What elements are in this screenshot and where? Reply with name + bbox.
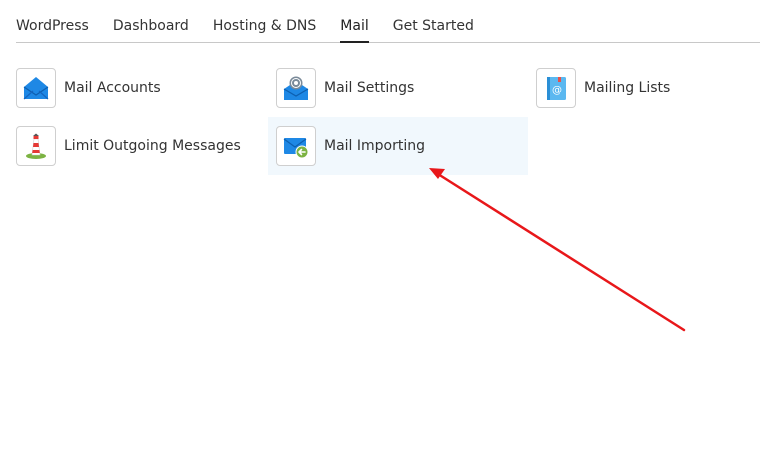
limit-outgoing-messages-label: Limit Outgoing Messages — [64, 138, 241, 154]
mail-accounts-label: Mail Accounts — [64, 80, 161, 96]
mail-tools-page: WordPress Dashboard Hosting & DNS Mail G… — [0, 0, 760, 464]
mail-importing-label: Mail Importing — [324, 138, 426, 154]
mailing-lists-tool[interactable]: @ Mailing Lists — [536, 59, 670, 117]
tab-hosting-dns[interactable]: Hosting & DNS — [213, 0, 316, 42]
mail-accounts-tool[interactable]: Mail Accounts — [16, 59, 161, 117]
tab-wordpress[interactable]: WordPress — [16, 0, 89, 42]
lighthouse-icon — [16, 126, 56, 166]
mail-settings-tool[interactable]: Mail Settings — [276, 59, 414, 117]
mail-settings-label: Mail Settings — [324, 80, 415, 96]
tab-dashboard[interactable]: Dashboard — [113, 0, 189, 42]
svg-text:@: @ — [552, 85, 562, 96]
address-book-at-icon: @ — [536, 68, 576, 108]
limit-outgoing-messages-tool[interactable]: Limit Outgoing Messages — [16, 117, 241, 175]
tab-get-started[interactable]: Get Started — [393, 0, 474, 42]
mail-settings-gear-icon — [276, 68, 316, 108]
main-tabs: WordPress Dashboard Hosting & DNS Mail G… — [16, 0, 760, 43]
mail-import-arrow-icon — [276, 126, 316, 166]
mailing-lists-label: Mailing Lists — [584, 80, 671, 96]
mail-importing-tool[interactable]: Mail Importing — [268, 117, 528, 175]
tab-mail[interactable]: Mail — [340, 0, 370, 43]
mail-envelope-icon — [16, 68, 56, 108]
